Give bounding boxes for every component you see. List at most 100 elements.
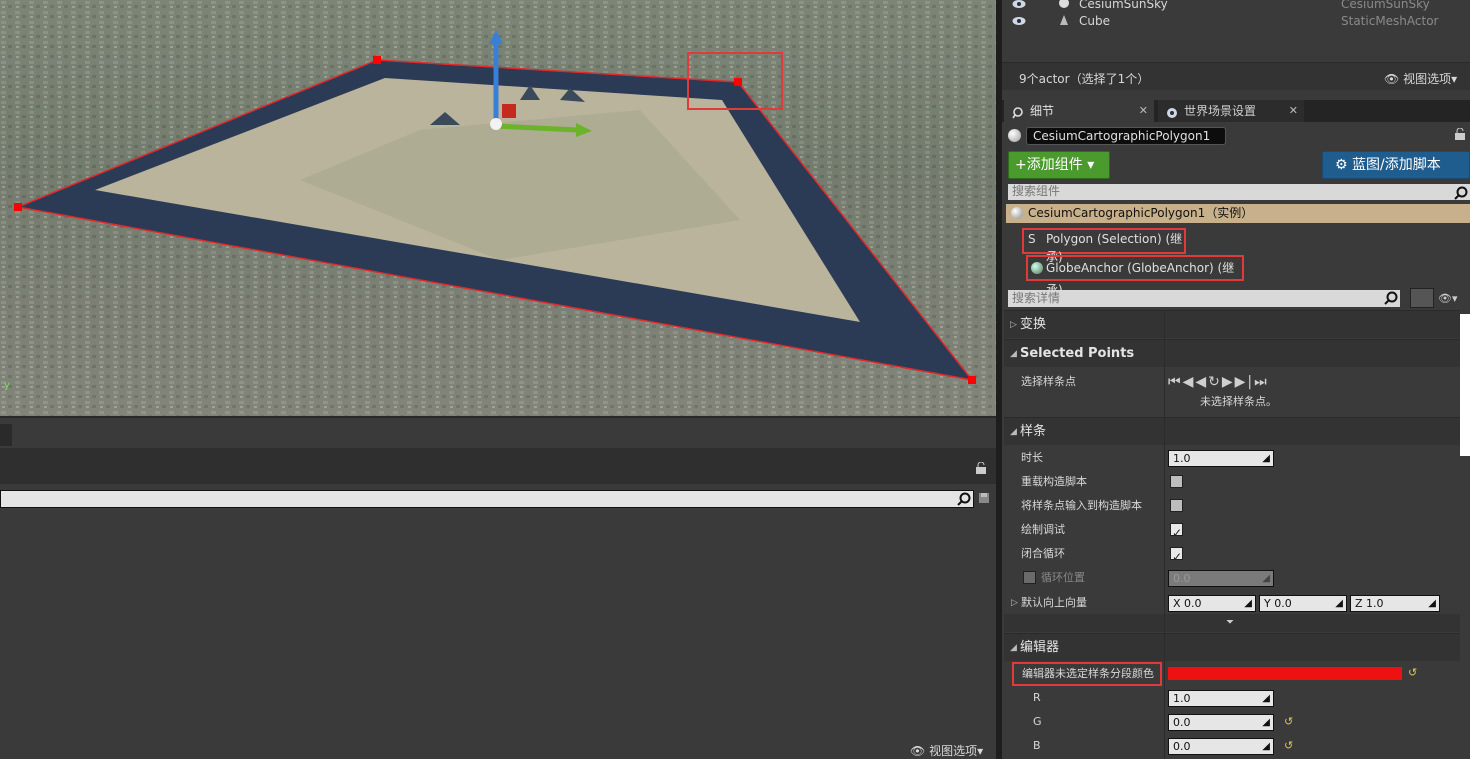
outliner-item-name: CesiumSunSky xyxy=(1079,0,1168,11)
spline-point[interactable] xyxy=(734,78,742,86)
eye-icon: 👁 xyxy=(910,744,926,758)
loop-position-checkbox[interactable] xyxy=(1023,571,1036,584)
up-x-input[interactable]: X 0.0 ◢ xyxy=(1168,595,1256,612)
color-g-row: G 0.0 ◢ ↺ xyxy=(1004,710,1460,734)
reset-arrow-icon[interactable]: ↺ xyxy=(1408,661,1417,685)
column-divider[interactable] xyxy=(1164,634,1165,759)
outliner-item-name: Cube xyxy=(1079,14,1110,28)
default-up-row: ▷ 默认向上向量 X 0.0 ◢ Y 0.0 ◢ Z 1.0 ◢ xyxy=(1004,591,1460,615)
prop-label: 时长 xyxy=(1021,451,1043,464)
save-icon[interactable] xyxy=(978,492,990,504)
collapse-triangle-icon: ◢ xyxy=(1010,427,1017,437)
search-icon[interactable] xyxy=(1454,186,1468,200)
color-r-input[interactable]: 1.0 ◢ xyxy=(1168,690,1274,707)
visibility-eye-icon[interactable] xyxy=(1012,15,1026,29)
duration-input[interactable]: 1.0 ◢ xyxy=(1168,450,1274,467)
sun-icon xyxy=(1058,0,1070,12)
column-divider[interactable] xyxy=(1164,418,1165,633)
reset-arrow-icon[interactable]: ↺ xyxy=(1284,734,1293,758)
draw-debug-row: 绘制调试 xyxy=(1004,518,1460,545)
tab-world-settings[interactable]: 世界场景设置 ✕ xyxy=(1158,100,1304,122)
input-to-construction-checkbox[interactable] xyxy=(1170,499,1183,512)
category-label: 变换 xyxy=(1020,317,1047,332)
expand-triangle-icon: ▷ xyxy=(1010,320,1017,330)
prop-label: B xyxy=(1033,739,1041,752)
draw-debug-checkbox[interactable] xyxy=(1170,521,1183,545)
column-divider[interactable] xyxy=(1164,310,1165,417)
outliner-row[interactable]: CesiumSunSky CesiumSunSky xyxy=(1002,0,1470,13)
blueprint-button[interactable]: ⚙ 蓝图/添加脚本 xyxy=(1322,151,1470,179)
loop-position-row: 循环位置 0.0 ◢ xyxy=(1004,566,1460,590)
eye-icon: 👁 xyxy=(1384,72,1400,86)
prop-label: R xyxy=(1033,691,1041,704)
color-swatch[interactable] xyxy=(1168,667,1402,680)
chevron-down-icon: ⏷ xyxy=(1226,617,1234,628)
category-spline[interactable]: ◢ 样条 xyxy=(1004,417,1460,445)
tab-label: 世界场景设置 xyxy=(1184,104,1257,118)
view-options-button[interactable]: 👁 视图选项▾ xyxy=(1384,70,1457,87)
magnifier-icon xyxy=(1012,104,1024,126)
panel-toolbar xyxy=(0,448,1000,484)
scrollbar[interactable] xyxy=(1460,314,1470,456)
prop-label: 重载构造脚本 xyxy=(1021,475,1087,488)
closed-loop-checkbox[interactable] xyxy=(1170,545,1183,569)
spline-point[interactable] xyxy=(14,203,22,211)
close-icon[interactable]: ✕ xyxy=(1289,100,1298,122)
static-mesh-icon xyxy=(1058,14,1070,29)
lock-icon[interactable] xyxy=(975,462,987,474)
tab-details[interactable]: 细节 ✕ xyxy=(1004,100,1154,122)
search-icon[interactable] xyxy=(957,492,971,506)
view-options-button[interactable]: 👁 视图选项▾ xyxy=(910,742,983,759)
details-search-input[interactable]: 搜索详情 xyxy=(1008,290,1400,307)
prop-label: 循环位置 xyxy=(1041,571,1085,584)
close-icon[interactable]: ✕ xyxy=(1139,100,1148,122)
component-root[interactable]: CesiumCartographicPolygon1（实例） xyxy=(1006,204,1470,223)
spline-point[interactable] xyxy=(968,376,976,384)
collapse-triangle-icon: ◢ xyxy=(1010,349,1017,359)
blueprint-label: 蓝图/添加脚本 xyxy=(1352,157,1441,173)
override-construction-checkbox[interactable] xyxy=(1170,475,1183,488)
prop-label: 默认向上向量 xyxy=(1021,596,1087,609)
category-label: 编辑器 xyxy=(1020,640,1060,655)
color-g-input[interactable]: 0.0 ◢ xyxy=(1168,714,1274,731)
color-b-input[interactable]: 0.0 ◢ xyxy=(1168,738,1274,755)
gears-icon: ⚙ xyxy=(1335,157,1348,173)
category-editor[interactable]: ◢ 编辑器 xyxy=(1004,633,1460,661)
expand-triangle-icon[interactable]: ▷ xyxy=(1011,591,1018,615)
prop-label: 闭合循环 xyxy=(1021,547,1065,560)
prop-label: 绘制调试 xyxy=(1021,523,1065,536)
panel-search-input[interactable] xyxy=(0,490,974,508)
lock-icon[interactable] xyxy=(1454,128,1466,140)
color-r-row: R 1.0 ◢ xyxy=(1004,686,1460,710)
add-component-label: 添加组件 xyxy=(1026,157,1083,173)
prop-label: 选择样条点 xyxy=(1021,375,1076,388)
component-globe-anchor[interactable]: GlobeAnchor (GlobeAnchor) (继承) xyxy=(1026,255,1244,297)
color-b-row: B 0.0 ◢ ↺ xyxy=(1004,734,1460,758)
override-construction-row: 重载构造脚本 xyxy=(1004,470,1460,494)
actor-count: 9个actor（选择了1个） xyxy=(1019,72,1150,86)
panel-tab[interactable] xyxy=(0,424,12,446)
spline-point[interactable] xyxy=(373,56,381,64)
collapse-triangle-icon: ◢ xyxy=(1010,643,1017,653)
outliner-row[interactable]: Cube StaticMeshActor xyxy=(1002,13,1470,30)
component-polygon[interactable]: S Polygon (Selection) (继承) xyxy=(1022,228,1186,264)
no-points-selected-row: 未选择样条点。 xyxy=(1004,394,1460,418)
property-matrix-icon[interactable] xyxy=(1410,288,1434,308)
add-component-button[interactable]: +添加组件 ▾ xyxy=(1008,151,1110,179)
gizmo-pivot[interactable] xyxy=(490,118,502,130)
gizmo-x-axis[interactable] xyxy=(502,104,516,118)
category-transform[interactable]: ▷ 变换 xyxy=(1004,310,1460,338)
search-icon[interactable] xyxy=(1384,291,1398,305)
component-search-input[interactable]: 搜索组件 xyxy=(1008,184,1470,200)
visibility-eye-icon[interactable] xyxy=(1012,0,1026,12)
eye-icon[interactable]: 👁▾ xyxy=(1438,292,1458,305)
category-selected-points[interactable]: ◢ Selected Points xyxy=(1004,339,1460,367)
up-z-input[interactable]: Z 1.0 ◢ xyxy=(1350,595,1440,612)
outliner-item-type: CesiumSunSky xyxy=(1341,0,1430,11)
actor-name-field[interactable]: CesiumCartographicPolygon1 xyxy=(1026,127,1226,145)
prop-label: G xyxy=(1033,715,1042,728)
up-y-input[interactable]: Y 0.0 ◢ xyxy=(1259,595,1347,612)
level-viewport[interactable]: y xyxy=(0,0,996,416)
advanced-expander[interactable]: ⏷ xyxy=(1004,614,1460,632)
reset-arrow-icon[interactable]: ↺ xyxy=(1284,710,1293,734)
